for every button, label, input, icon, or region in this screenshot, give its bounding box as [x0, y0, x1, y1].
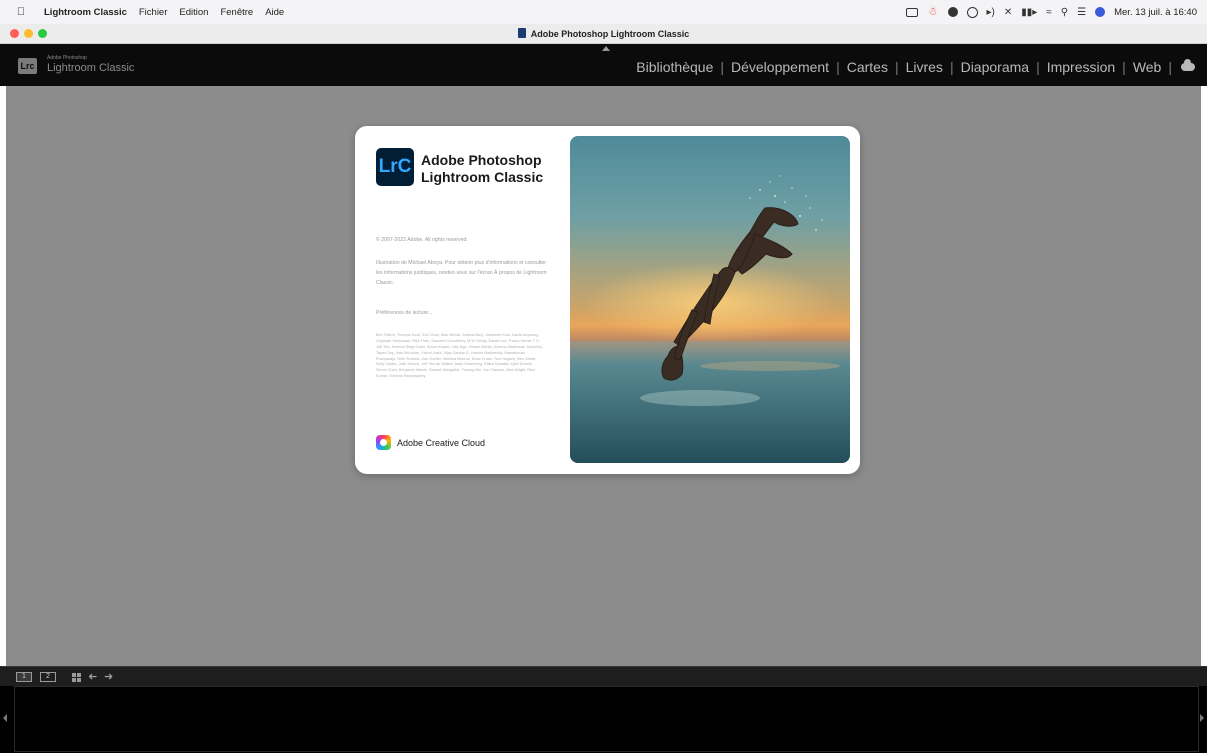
arrow-back-icon[interactable]: ➜	[88, 670, 97, 683]
splash-screen[interactable]: LrC Adobe Photoshop Lightroom Classic © …	[355, 126, 860, 474]
module-separator: |	[894, 59, 899, 75]
window-title-text: Adobe Photoshop Lightroom Classic	[530, 29, 690, 39]
menu-aide[interactable]: Aide	[265, 7, 284, 18]
module-separator: |	[720, 59, 724, 75]
wifi-icon[interactable]: ≈	[1046, 7, 1052, 18]
splash-illustration-image	[570, 136, 850, 463]
identity-plate-subtitle: Adobe Photoshop	[47, 55, 87, 61]
reading-preferences-link[interactable]: Préférences de lecture...	[376, 309, 433, 319]
filmstrip-content[interactable]	[14, 686, 1199, 752]
screen-share-icon[interactable]	[905, 7, 918, 17]
module-developpement[interactable]: Développement	[731, 59, 829, 75]
window-title: Adobe Photoshop Lightroom Classic	[0, 28, 1207, 39]
lightroom-header: Lrc Adobe Photoshop Lightroom Classic Bi…	[0, 44, 1207, 86]
module-separator: |	[836, 59, 840, 75]
team-credits: Ben Olsem, Thomas Knoll, Eric Chan, Max …	[376, 333, 543, 379]
module-cartes[interactable]: Cartes	[847, 59, 888, 75]
identity-plate-title: Lightroom Classic	[47, 62, 135, 74]
product-name-line2: Lightroom Classic	[421, 169, 544, 185]
module-separator: |	[949, 59, 954, 75]
spotlight-search-icon[interactable]: ⚲	[1061, 7, 1068, 18]
secondary-window-button[interactable]: 2	[40, 672, 56, 682]
module-impression[interactable]: Impression	[1047, 59, 1115, 75]
menu-fenetre[interactable]: Fenêtre	[220, 7, 253, 18]
cloud-sync-icon[interactable]	[1181, 59, 1195, 71]
module-separator: |	[1036, 59, 1040, 75]
module-picker: Bibliothèque | Développement | Cartes | …	[636, 59, 1195, 75]
arrow-forward-icon[interactable]: ➜	[104, 670, 113, 683]
collapse-top-panel-icon[interactable]	[602, 46, 610, 51]
lrc-app-icon: LrC	[376, 148, 414, 186]
creative-cloud-tray-icon[interactable]	[947, 7, 958, 17]
document-icon	[517, 28, 526, 38]
right-panel-collapsed[interactable]	[1201, 86, 1207, 666]
filmstrip-toolbar: 1 2 ➜ ➜	[0, 666, 1207, 686]
module-bibliotheque[interactable]: Bibliothèque	[636, 59, 713, 75]
menu-app-name[interactable]: Lightroom Classic	[44, 7, 127, 18]
menu-bar-clock[interactable]: Mer. 13 juil. à 16:40	[1114, 7, 1197, 18]
creative-cloud-icon	[376, 435, 391, 450]
product-name-line1: Adobe Photoshop	[421, 152, 542, 168]
copyright-text: © 2007-2022 Adobe. All rights reserved.	[376, 237, 468, 243]
battery-icon[interactable]: ▮▮▸	[1021, 7, 1037, 18]
filmstrip-scroll-left-icon[interactable]	[3, 714, 7, 722]
module-diaporama[interactable]: Diaporama	[961, 59, 1029, 75]
filmstrip	[0, 686, 1207, 753]
module-separator: |	[1168, 59, 1172, 75]
status-tray: ☃ ▸) ✕ ▮▮▸ ≈ ⚲ ☰ Mer. 13 juil. à 16:40	[905, 0, 1197, 24]
module-livres[interactable]: Livres	[906, 59, 943, 75]
primary-window-button[interactable]: 1	[16, 672, 32, 682]
apple-logo-icon[interactable]: 	[14, 6, 28, 18]
illustration-credit: Illustration de Michael Aboya. Pour obte…	[376, 260, 547, 286]
grid-view-icon[interactable]	[72, 673, 81, 682]
module-web[interactable]: Web	[1133, 59, 1162, 75]
siri-icon[interactable]	[1095, 7, 1106, 17]
menu-edition[interactable]: Edition	[179, 7, 208, 18]
lightroom-logo-icon: Lrc	[18, 58, 37, 74]
control-center-icon[interactable]: ☰	[1077, 7, 1086, 18]
bluetooth-icon[interactable]: ✕	[1004, 7, 1012, 18]
window-title-bar: Adobe Photoshop Lightroom Classic	[0, 24, 1207, 44]
volume-icon[interactable]: ▸)	[987, 7, 995, 18]
record-icon[interactable]	[966, 6, 978, 18]
creative-cloud-label: Adobe Creative Cloud	[397, 438, 486, 448]
module-separator: |	[1122, 59, 1126, 75]
bartender-icon[interactable]: ☃	[927, 6, 939, 18]
menu-bar:  Lightroom Classic Fichier Edition Fenê…	[0, 0, 1207, 24]
filmstrip-scroll-right-icon[interactable]	[1200, 714, 1204, 722]
splash-illustration-art	[570, 175, 850, 463]
menu-fichier[interactable]: Fichier	[139, 7, 168, 18]
